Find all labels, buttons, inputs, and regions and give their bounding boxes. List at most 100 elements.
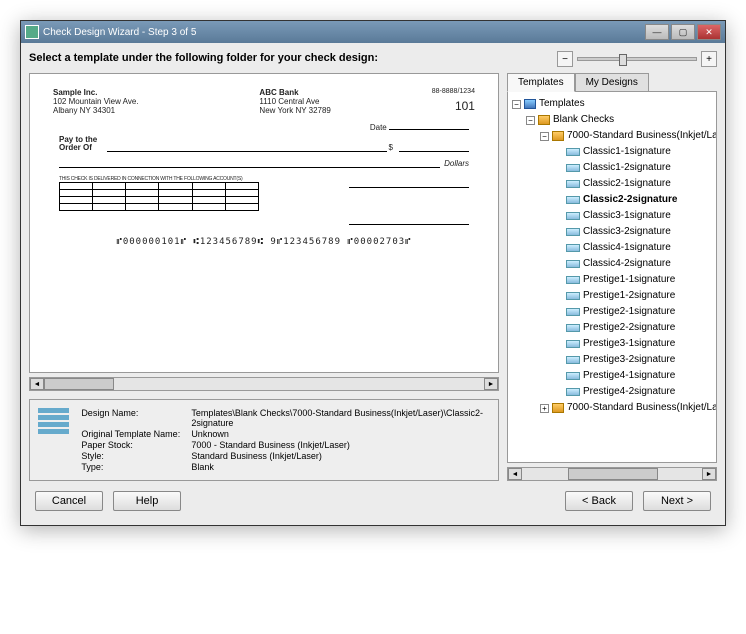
stub-table (59, 182, 259, 211)
tree-item-label[interactable]: Prestige3-1signature (583, 336, 675, 352)
sample-addr1: 102 Mountain View Ave. (53, 97, 139, 106)
label-original: Original Template Name: (81, 429, 191, 439)
zoom-in-button[interactable]: + (701, 51, 717, 67)
tree-item-label[interactable]: Classic1-1signature (583, 144, 671, 160)
info-panel: Design Name: Templates\Blank Checks\7000… (29, 399, 499, 481)
minimize-button[interactable]: — (645, 24, 669, 40)
info-icon (38, 408, 69, 472)
expand-icon[interactable]: − (526, 116, 535, 125)
value-original: Unknown (191, 429, 490, 439)
tree-item[interactable]: Classic4-1signature (554, 240, 714, 256)
bank-name: ABC Bank (259, 88, 330, 97)
app-icon (25, 25, 39, 39)
template-tree[interactable]: −Templates −Blank Checks −7000-Standard … (507, 91, 717, 463)
template-icon (566, 276, 580, 284)
template-icon (566, 148, 580, 156)
scroll-thumb[interactable] (44, 378, 114, 390)
sample-name: Sample Inc. (53, 88, 139, 97)
tree-item[interactable]: Classic3-1signature (554, 208, 714, 224)
tree-item[interactable]: Prestige3-2signature (554, 352, 714, 368)
tree-item-label[interactable]: Classic3-2signature (583, 224, 671, 240)
template-icon (566, 180, 580, 188)
tree-item-label[interactable]: Classic4-1signature (583, 240, 671, 256)
scroll-thumb[interactable] (568, 468, 658, 480)
value-paper: 7000 - Standard Business (Inkjet/Laser) (191, 440, 490, 450)
template-icon (566, 164, 580, 172)
tree-item[interactable]: Prestige3-1signature (554, 336, 714, 352)
tree-blank-checks[interactable]: Blank Checks (553, 112, 614, 128)
tree-item[interactable]: Classic4-2signature (554, 256, 714, 272)
tree-h-scrollbar[interactable]: ◄ ► (507, 467, 717, 481)
value-type: Blank (191, 462, 490, 472)
tree-item[interactable]: Classic3-2signature (554, 224, 714, 240)
signature-line-1 (349, 178, 469, 188)
tab-templates[interactable]: Templates (507, 73, 575, 92)
stub-caption: THIS CHECK IS DELIVERED IN CONNECTION WI… (59, 176, 259, 182)
tree-item[interactable]: Prestige4-2signature (554, 384, 714, 400)
tree-item-label[interactable]: Prestige2-2signature (583, 320, 675, 336)
cancel-button[interactable]: Cancel (35, 491, 103, 511)
tree-item[interactable]: Classic1-1signature (554, 144, 714, 160)
tab-my-designs[interactable]: My Designs (575, 73, 649, 92)
help-button[interactable]: Help (113, 491, 181, 511)
expand-icon[interactable]: + (540, 404, 549, 413)
next-button[interactable]: Next > (643, 491, 711, 511)
titlebar: Check Design Wizard - Step 3 of 5 — ▢ ✕ (21, 21, 725, 43)
tree-item-label[interactable]: Prestige1-2signature (583, 288, 675, 304)
template-icon (566, 228, 580, 236)
tree-item[interactable]: Classic2-2signature (554, 192, 714, 208)
tree-item-label[interactable]: Prestige4-2signature (583, 384, 675, 400)
template-icon (566, 212, 580, 220)
tree-item-label[interactable]: Prestige1-1signature (583, 272, 675, 288)
tree-root[interactable]: Templates (539, 96, 585, 112)
date-label: Date (370, 123, 387, 132)
tree-item-label[interactable]: Prestige2-1signature (583, 304, 675, 320)
scroll-right-icon[interactable]: ► (702, 468, 716, 480)
template-icon (566, 372, 580, 380)
tree-item-label[interactable]: Classic4-2signature (583, 256, 671, 272)
template-icon (566, 324, 580, 332)
label-style: Style: (81, 451, 191, 461)
payto-label: Pay to theOrder Of (59, 136, 107, 152)
scroll-left-icon[interactable]: ◄ (30, 378, 44, 390)
check-preview: Sample Inc. 102 Mountain View Ave. Alban… (29, 73, 499, 373)
template-icon (566, 244, 580, 252)
tree-item-label[interactable]: Classic2-2signature (583, 192, 678, 208)
tree-item[interactable]: Classic1-2signature (554, 160, 714, 176)
tree-item[interactable]: Classic2-1signature (554, 176, 714, 192)
scroll-left-icon[interactable]: ◄ (508, 468, 522, 480)
folder-icon (524, 99, 536, 109)
tree-item[interactable]: Prestige1-1signature (554, 272, 714, 288)
expand-icon[interactable]: − (540, 132, 549, 141)
label-type: Type: (81, 462, 191, 472)
tree-item-label[interactable]: Classic2-1signature (583, 176, 671, 192)
instruction-text: Select a template under the following fo… (29, 51, 557, 65)
template-icon (566, 356, 580, 364)
tree-item[interactable]: Prestige2-2signature (554, 320, 714, 336)
tree-group1[interactable]: 7000-Standard Business(Inkjet/Laser) (567, 128, 717, 144)
maximize-button[interactable]: ▢ (671, 24, 695, 40)
zoom-thumb[interactable] (619, 54, 627, 66)
expand-icon[interactable]: − (512, 100, 521, 109)
sample-addr2: Albany NY 34301 (53, 106, 139, 115)
window-title: Check Design Wizard - Step 3 of 5 (43, 27, 645, 38)
value-design-name: Templates\Blank Checks\7000-Standard Bus… (191, 408, 490, 428)
preview-h-scrollbar[interactable]: ◄ ► (29, 377, 499, 391)
tree-item[interactable]: Prestige4-1signature (554, 368, 714, 384)
folder-icon (552, 403, 564, 413)
zoom-slider[interactable] (577, 57, 697, 61)
tree-item-label[interactable]: Classic3-1signature (583, 208, 671, 224)
back-button[interactable]: < Back (565, 491, 633, 511)
zoom-out-button[interactable]: − (557, 51, 573, 67)
tree-item-label[interactable]: Prestige3-2signature (583, 352, 675, 368)
bank-addr2: New York NY 32789 (259, 106, 330, 115)
folder-icon (538, 115, 550, 125)
tree-item-label[interactable]: Classic1-2signature (583, 160, 671, 176)
close-button[interactable]: ✕ (697, 24, 721, 40)
tree-item[interactable]: Prestige2-1signature (554, 304, 714, 320)
tree-group2[interactable]: 7000-Standard Business(Inkjet/Laser) Pre (567, 400, 717, 416)
scroll-right-icon[interactable]: ► (484, 378, 498, 390)
label-paper: Paper Stock: (81, 440, 191, 450)
tree-item[interactable]: Prestige1-2signature (554, 288, 714, 304)
tree-item-label[interactable]: Prestige4-1signature (583, 368, 675, 384)
